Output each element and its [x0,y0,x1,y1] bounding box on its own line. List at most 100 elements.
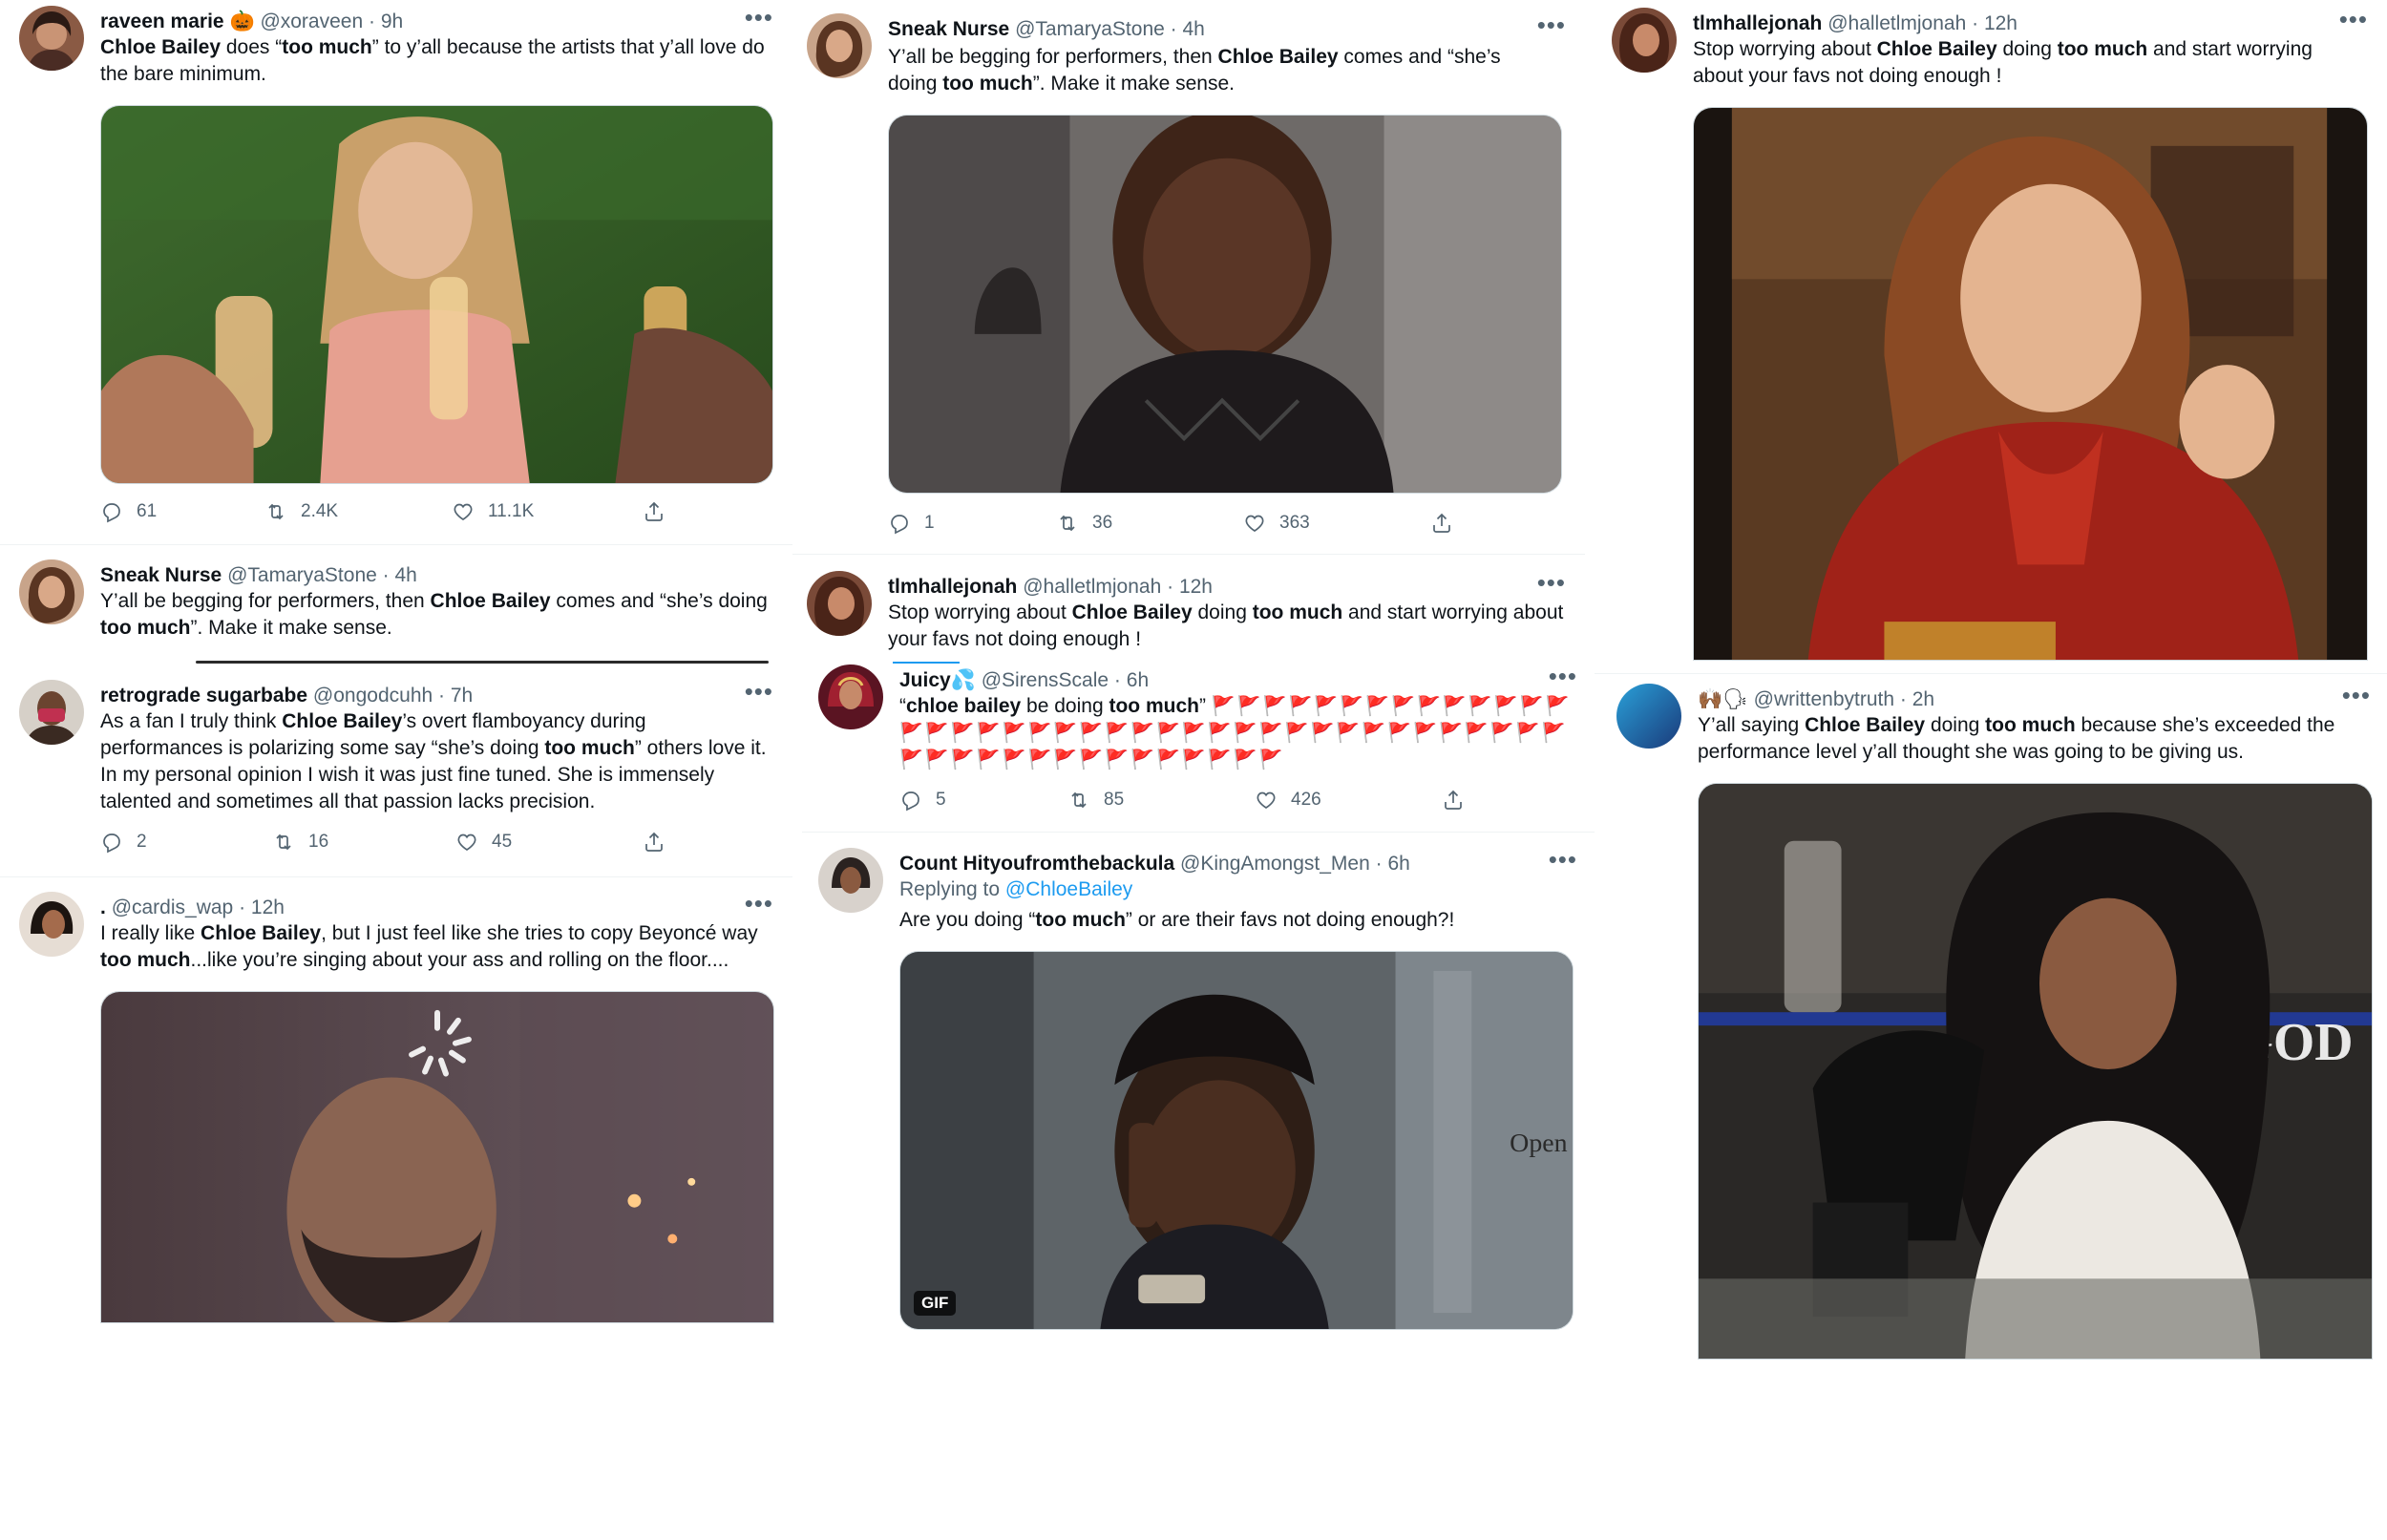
avatar[interactable] [807,571,872,636]
share-button[interactable] [643,500,665,523]
share-button[interactable] [643,831,665,854]
avatar[interactable] [19,892,84,957]
retweet-button[interactable]: 85 [1067,789,1124,812]
avatar[interactable] [818,665,883,729]
timestamp[interactable]: 9h [381,11,403,32]
more-icon[interactable]: ••• [745,5,773,30]
timestamp[interactable]: 2h [1912,688,1934,710]
avatar[interactable] [807,13,872,78]
text-span: be doing [1021,695,1109,717]
display-name[interactable]: raveen marie [100,11,224,32]
display-name[interactable]: Count Hityoufromthebackula [899,853,1174,875]
divider [1595,673,2387,674]
tweet-gif[interactable]: Open GIF [899,951,1574,1330]
reply-count: 61 [137,501,158,521]
handle[interactable]: @xoraveen [260,11,363,32]
avatar[interactable] [818,848,883,913]
reply-button[interactable]: 61 [100,500,157,523]
timestamp[interactable]: 6h [1127,669,1149,691]
tweet-count-hityou[interactable]: Count Hityoufromthebackula @KingAmongst_… [818,847,1577,1333]
tweet-header: Count Hityoufromthebackula @KingAmongst_… [899,850,1539,878]
handle[interactable]: @cardis_wap [112,897,234,918]
timestamp[interactable]: 4h [1183,18,1205,40]
tweet-tlmhallejonah-2[interactable]: tlmhallejonah @halletlmjonah · 12h ••• S… [807,570,1566,666]
tweet-sneak-nurse[interactable]: Sneak Nurse @TamaryaStone · 4h Y’all be … [19,559,773,665]
tweet-retrograde[interactable]: retrograde sugarbabe @ongodcuhh · 7h •••… [19,679,773,871]
handle[interactable]: @ongodcuhh [313,685,433,707]
reply-button[interactable]: 1 [888,512,935,535]
retweet-button[interactable]: 16 [272,831,328,854]
more-icon[interactable]: ••• [2342,683,2371,707]
tweet-video[interactable]: GOD [1698,783,2373,1360]
media-edge [196,661,769,664]
tweet-tlmhallejonah-3[interactable]: tlmhallejonah @halletlmjonah · 12h ••• S… [1612,7,2368,666]
tweet-text: Are you doing “too much” or are their fa… [899,907,1577,934]
like-button[interactable]: 45 [455,831,512,854]
display-name[interactable]: Sneak Nurse [888,18,1009,40]
more-icon[interactable]: ••• [1537,12,1566,37]
handle[interactable]: @TamaryaStone [227,564,377,586]
text-span: Are you doing “ [899,909,1036,931]
avatar[interactable] [19,680,84,745]
text-span: ”. Make it make sense. [1032,73,1235,95]
avatar[interactable] [19,559,84,624]
more-icon[interactable]: ••• [1549,664,1577,688]
more-icon[interactable]: ••• [1537,570,1566,595]
handle[interactable]: @KingAmongst_Men [1180,853,1370,875]
timestamp[interactable]: 12h [1984,12,2017,34]
tweet-sneak-nurse-2[interactable]: Sneak Nurse @TamaryaStone · 4h ••• Y’all… [807,12,1566,548]
mention-link[interactable]: @ChloeBailey [1005,878,1132,900]
avatar[interactable] [1616,684,1681,749]
tweet-header: 🙌🏾🗣 @writtenbytruth · 2h [1698,686,2333,714]
share-button[interactable] [1442,789,1465,812]
tweet-cardis-wap[interactable]: . @cardis_wap · 12h ••• I really like Ch… [19,891,774,1331]
more-icon[interactable]: ••• [1549,847,1577,872]
reply-button[interactable]: 2 [100,831,147,854]
more-icon[interactable]: ••• [2339,7,2368,32]
retweet-button[interactable]: 2.4K [264,500,338,523]
bold-text: Chloe Bailey [201,922,322,944]
tweet-image[interactable] [888,115,1562,494]
timestamp[interactable]: 12h [1179,576,1213,598]
more-icon[interactable]: ••• [745,679,773,704]
retweet-count: 2.4K [301,501,339,521]
bold-text: too much [2057,38,2148,60]
tweet-image[interactable] [1693,107,2368,661]
handle[interactable]: @halletlmjonah [1827,12,1966,34]
svg-text:Open: Open [1510,1129,1568,1158]
like-button[interactable]: 363 [1243,512,1310,535]
tweet-video[interactable] [100,991,774,1323]
reply-button[interactable]: 5 [899,789,946,812]
timestamp[interactable]: 6h [1387,853,1409,875]
handle[interactable]: @halletlmjonah [1023,576,1161,598]
handle[interactable]: @writtenbytruth [1754,688,1894,710]
tweet-header: Juicy💦 @SirensScale · 6h [899,666,1539,695]
timestamp[interactable]: 4h [395,564,417,586]
handle[interactable]: @SirensScale [982,669,1109,691]
avatar[interactable] [1612,8,1677,73]
tweet-writtenbytruth[interactable]: 🙌🏾🗣 @writtenbytruth · 2h ••• Y’all sayin… [1616,683,2373,1363]
share-icon [643,831,665,854]
retweet-button[interactable]: 36 [1056,512,1112,535]
like-button[interactable]: 11.1K [452,500,534,523]
display-name[interactable]: Sneak Nurse [100,564,222,586]
like-button[interactable]: 426 [1255,789,1321,812]
more-icon[interactable]: ••• [745,891,773,916]
tweet-juicy[interactable]: Juicy💦 @SirensScale · 6h ••• “chloe bail… [818,664,1577,827]
display-name[interactable]: retrograde sugarbabe [100,685,307,707]
tweet-raveen[interactable]: raveen marie 🎃 @xoraveen · 9h ••• Chloe … [19,5,773,540]
avatar[interactable] [19,6,84,71]
bold-text: chloe bailey [906,695,1022,717]
bold-text: too much [282,36,372,58]
separator: · [1899,688,1907,710]
tweet-image[interactable] [100,105,773,484]
text-span: As a fan I truly think [100,710,283,732]
timestamp[interactable]: 12h [251,897,285,918]
share-button[interactable] [1430,512,1453,535]
display-name[interactable]: tlmhallejonah [888,576,1017,598]
display-name[interactable]: tlmhallejonah [1693,12,1822,34]
timestamp[interactable]: 7h [451,685,473,707]
display-name[interactable]: . [100,897,106,918]
handle[interactable]: @TamaryaStone [1015,18,1165,40]
display-name[interactable]: Juicy [899,669,951,691]
